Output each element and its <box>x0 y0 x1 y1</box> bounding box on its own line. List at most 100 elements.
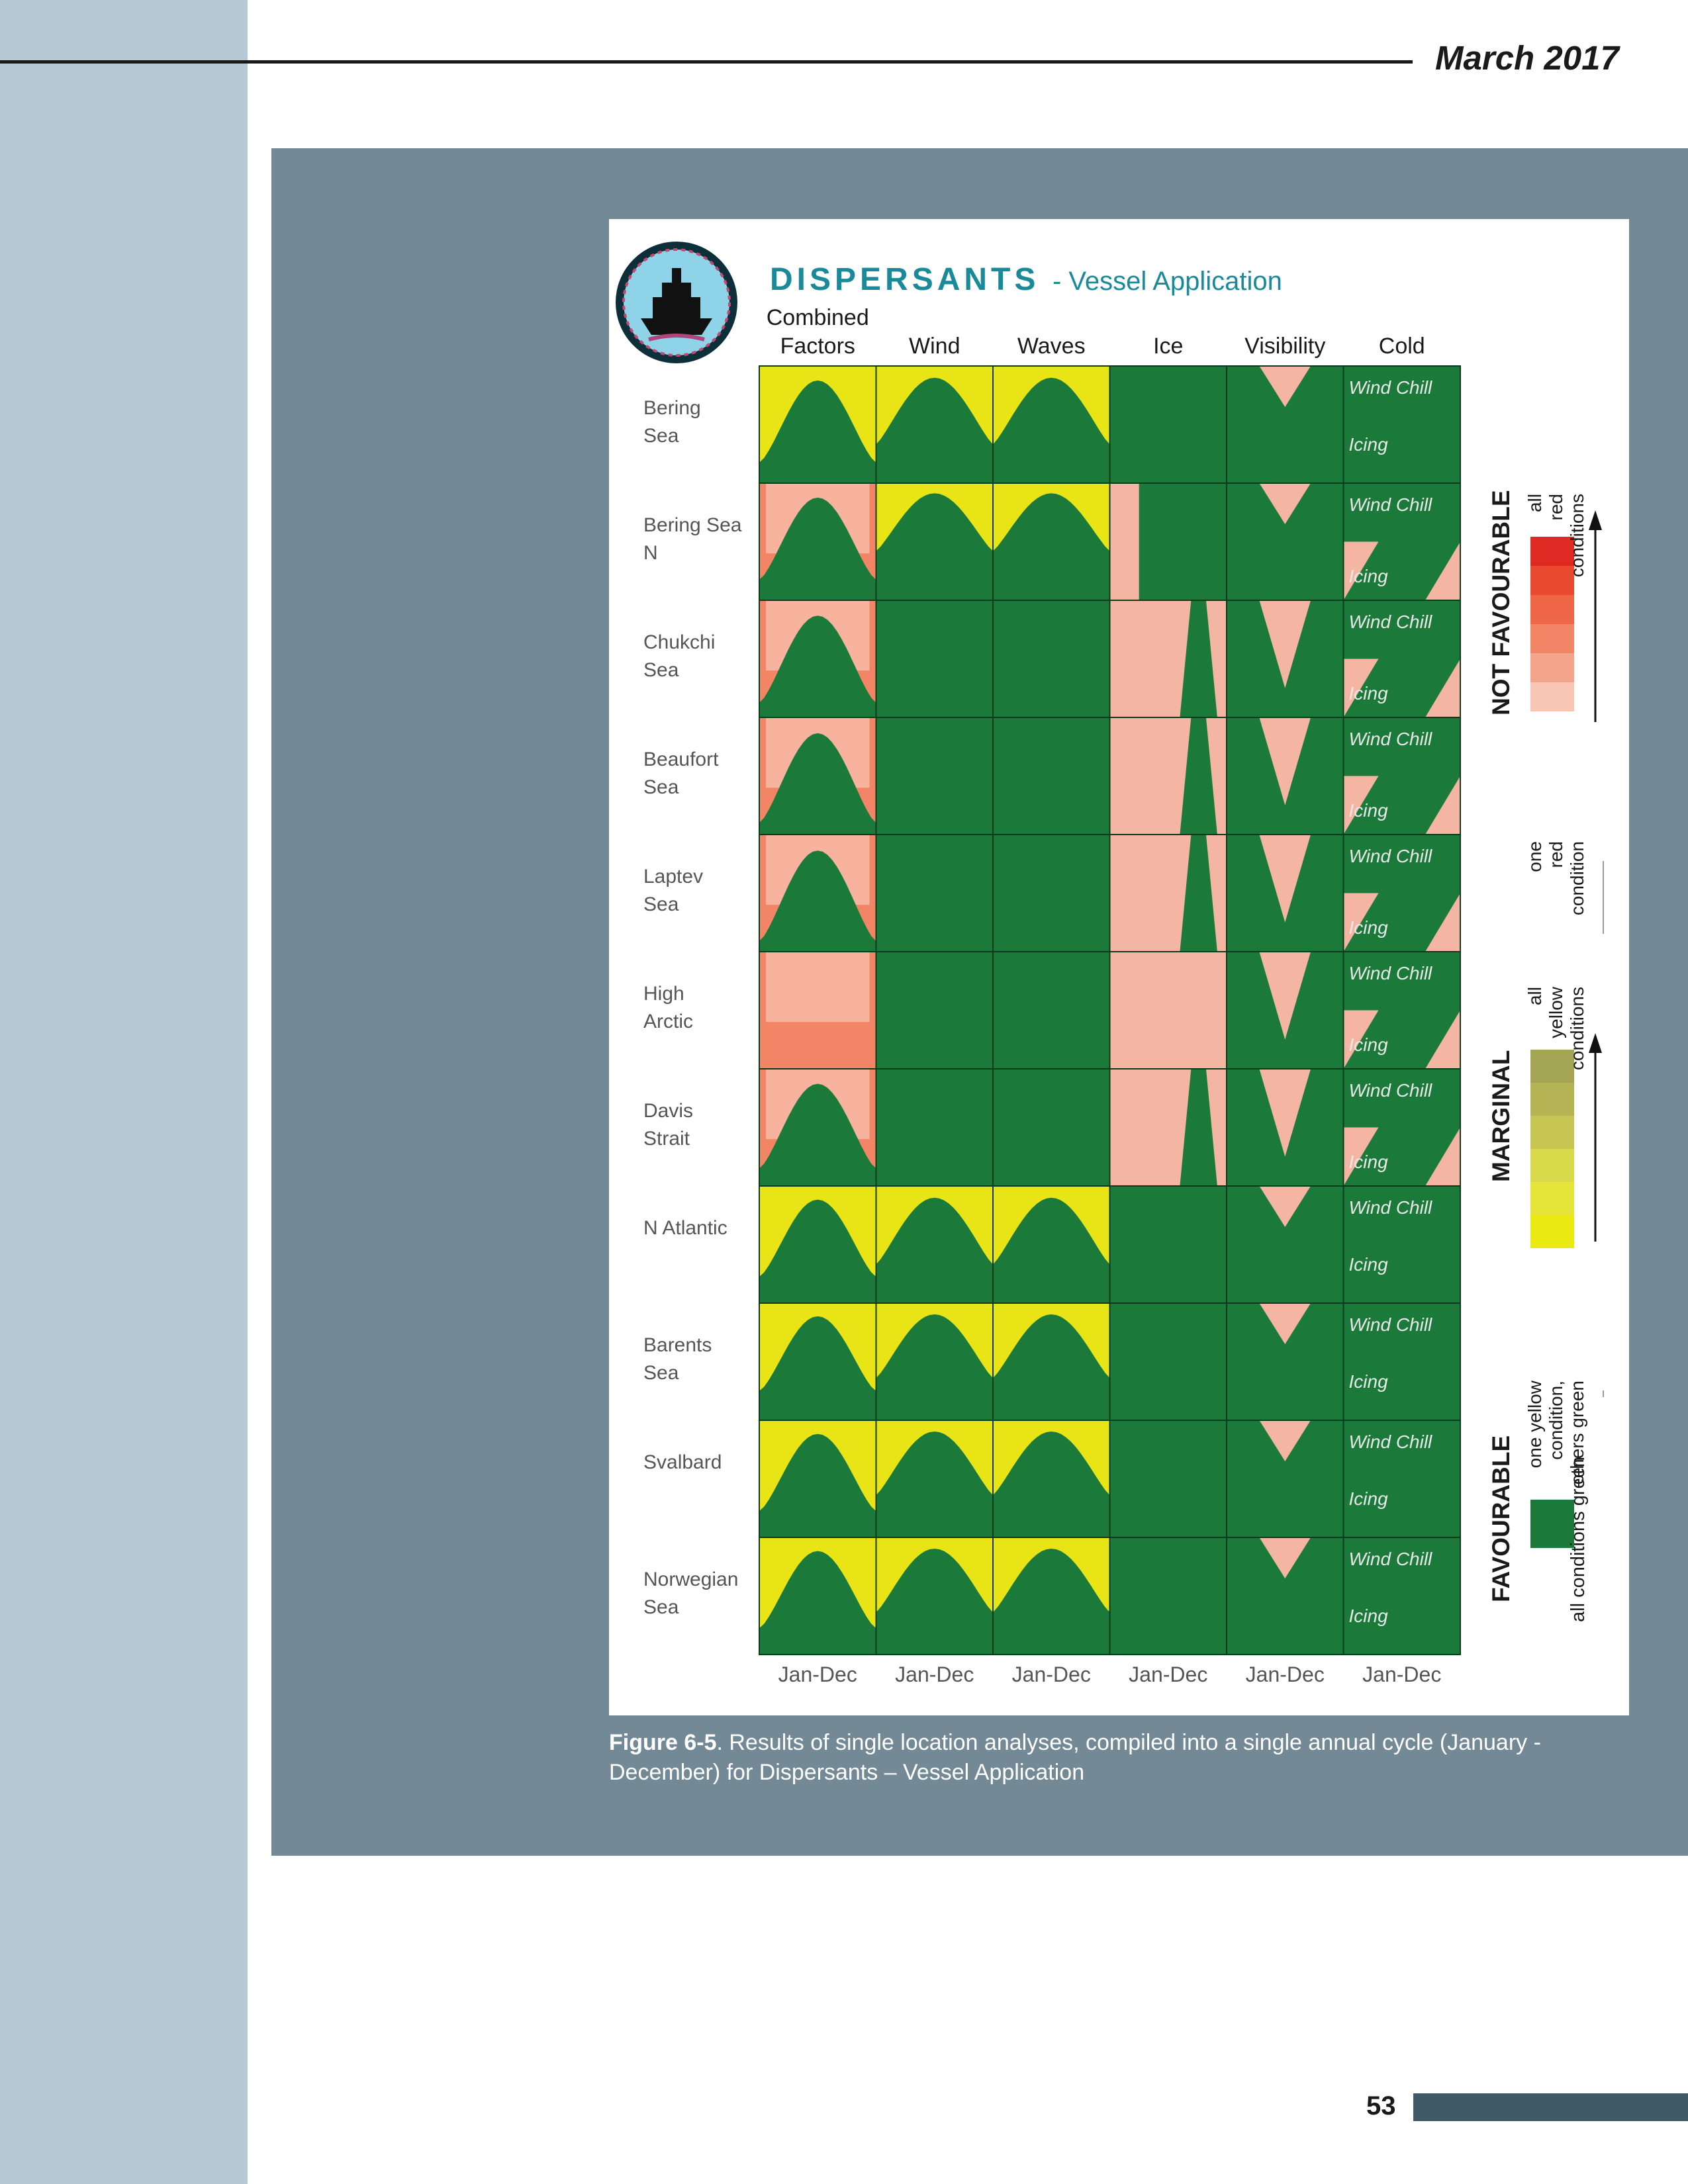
icing-label: Icing <box>1349 1254 1389 1275</box>
matrix-cell: Wind Chill Icing <box>1342 951 1461 1069</box>
legend-yellow-swatch <box>1530 1083 1574 1116</box>
x-axis-label: Jan-Dec <box>1129 1662 1207 1686</box>
legend-note: red <box>1546 841 1566 868</box>
matrix-cell <box>1109 1537 1227 1655</box>
icing-label: Icing <box>1349 800 1389 821</box>
legend-note: conditions <box>1567 987 1587 1070</box>
column-header: Factors <box>780 334 855 359</box>
x-axis-label: Jan-Dec <box>1012 1662 1091 1686</box>
x-axis-label: Jan-Dec <box>1246 1662 1325 1686</box>
legend-note: condition <box>1567 841 1587 915</box>
matrix-cell <box>1109 482 1227 601</box>
matrix-cell <box>992 834 1111 952</box>
matrix-cell <box>992 951 1111 1069</box>
row-label-line2: N <box>643 542 658 564</box>
wind-chill-label: Wind Chill <box>1349 377 1433 398</box>
row-label-line2: Sea <box>643 1596 679 1618</box>
left-sidebar-band <box>0 0 248 2184</box>
header-date: March 2017 <box>1435 39 1619 77</box>
row-label-line1: Barents <box>643 1334 712 1356</box>
matrix-cell <box>875 482 994 601</box>
matrix-cell <box>1109 717 1227 835</box>
matrix-cell <box>1226 834 1344 952</box>
matrix-cell <box>875 1068 994 1187</box>
matrix-cell <box>759 951 877 1069</box>
figure-title: DISPERSANTS <box>770 262 1039 297</box>
x-axis-label: Jan-Dec <box>895 1662 974 1686</box>
matrix-cell <box>1109 1302 1227 1421</box>
matrix-cell <box>1109 365 1227 484</box>
matrix-cell: Wind Chill Icing <box>1342 1420 1461 1538</box>
legend-marginal: MARGINAL <box>1487 1050 1515 1182</box>
matrix-cell <box>992 1068 1111 1187</box>
row-label-line1: Bering Sea <box>643 514 742 536</box>
legend-red-swatch <box>1530 595 1574 624</box>
matrix-cell <box>1226 600 1344 718</box>
matrix-cell <box>875 1420 994 1538</box>
icing-label: Icing <box>1349 1488 1389 1509</box>
matrix-cell <box>759 365 877 484</box>
matrix-cell <box>759 1537 877 1655</box>
dispersant-matrix-figure: DISPERSANTS - Vessel Application Combine… <box>616 242 1604 1686</box>
icing-label: Icing <box>1349 434 1389 455</box>
legend-note: condition, <box>1546 1381 1566 1460</box>
matrix-cell: Wind Chill Icing <box>1342 600 1461 718</box>
legend-yellow-swatch <box>1530 1215 1574 1248</box>
column-header: Waves <box>1017 334 1086 359</box>
column-header: Cold <box>1379 334 1425 359</box>
wind-chill-label: Wind Chill <box>1349 729 1433 749</box>
icing-label: Icing <box>1349 917 1389 938</box>
row-label-line1: N Atlantic <box>643 1217 727 1239</box>
matrix-cell <box>759 1068 877 1187</box>
legend-note: all <box>1524 494 1545 512</box>
wind-chill-label: Wind Chill <box>1349 494 1433 515</box>
matrix-cell: Wind Chill Icing <box>1342 1185 1461 1304</box>
legend-favourable: FAVOURABLE <box>1487 1435 1515 1602</box>
x-axis-label: Jan-Dec <box>1362 1662 1441 1686</box>
row-label-line1: Davis <box>643 1100 693 1122</box>
matrix-cell <box>1226 1185 1344 1304</box>
legend-fav-note: all conditions green <box>1568 1457 1589 1622</box>
matrix-cell <box>1226 1420 1344 1538</box>
icing-label: Icing <box>1349 683 1389 704</box>
column-header: Ice <box>1153 334 1183 359</box>
matrix-cell: Wind Chill Icing <box>1342 482 1461 601</box>
matrix-cell <box>759 717 877 835</box>
matrix-cell <box>992 717 1111 835</box>
legend-yellow-swatch <box>1530 1149 1574 1182</box>
page-footer-bar <box>1413 2093 1688 2121</box>
matrix-cell <box>875 951 994 1069</box>
matrix-cell <box>1226 717 1344 835</box>
ship-logo <box>616 242 737 363</box>
matrix-cell <box>875 365 994 484</box>
wind-chill-label: Wind Chill <box>1349 846 1433 866</box>
icing-label: Icing <box>1349 1371 1389 1392</box>
x-axis-label: Jan-Dec <box>778 1662 857 1686</box>
matrix-cell <box>759 1420 877 1538</box>
legend-note: red <box>1546 494 1566 520</box>
legend-not-favourable: NOT FAVOURABLE <box>1487 490 1515 715</box>
legend-red-swatch <box>1530 624 1574 653</box>
matrix-cell: Wind Chill Icing <box>1342 1068 1461 1187</box>
row-label-line2: Sea <box>643 659 679 681</box>
matrix-cell <box>992 1537 1111 1655</box>
figure-caption: Figure 6-5. Results of single location a… <box>609 1728 1629 1788</box>
row-label-line1: Svalbard <box>643 1451 722 1473</box>
column-header-line1: Combined <box>767 305 869 330</box>
icing-label: Icing <box>1349 1152 1389 1172</box>
row-label-line1: Norwegian <box>643 1569 738 1590</box>
matrix-cell <box>1109 951 1227 1069</box>
legend-note: yellow <box>1546 986 1566 1038</box>
page-number: 53 <box>1366 2091 1396 2120</box>
matrix-cell <box>875 1302 994 1421</box>
matrix-cell <box>992 600 1111 718</box>
wind-chill-label: Wind Chill <box>1349 1314 1433 1335</box>
matrix-cell <box>759 834 877 952</box>
wind-chill-label: Wind Chill <box>1349 1080 1433 1101</box>
matrix-cell: Wind Chill Icing <box>1342 717 1461 835</box>
icing-label: Icing <box>1349 566 1389 586</box>
row-label-line2: Strait <box>643 1128 690 1150</box>
wind-chill-label: Wind Chill <box>1349 963 1433 983</box>
matrix-cell <box>1226 365 1344 484</box>
matrix-cell <box>1226 1302 1344 1421</box>
